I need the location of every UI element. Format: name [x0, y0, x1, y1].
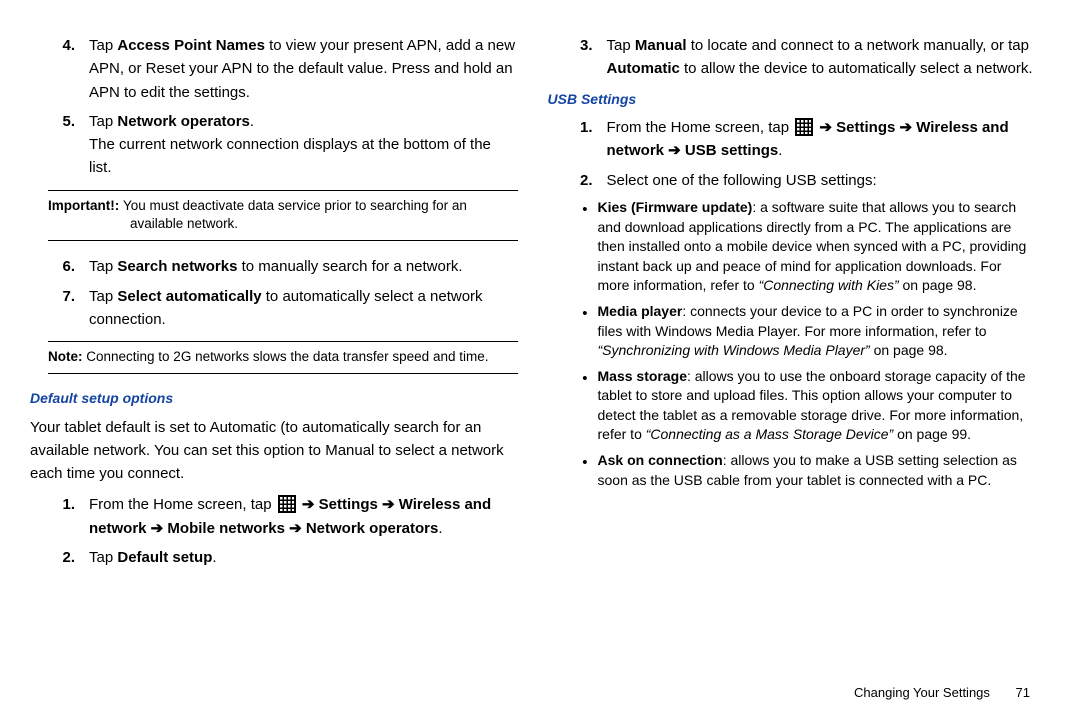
- bold-term: Mass storage: [598, 368, 687, 384]
- text: Tap: [89, 549, 117, 566]
- note-label: Note:: [48, 349, 86, 364]
- page-ref: on page 98.: [899, 277, 977, 293]
- text: .: [438, 520, 442, 537]
- step-body: Tap Network operators. The current netwo…: [89, 110, 518, 180]
- manual-page: 4. Tap Access Point Names to view your p…: [0, 0, 1080, 665]
- page-footer: Changing Your Settings 71: [0, 685, 1080, 700]
- step-body: Tap Manual to locate and connect to a ne…: [607, 34, 1036, 81]
- list-item: 7. Tap Select automatically to automatic…: [30, 285, 518, 332]
- bullet-mark: •: [548, 302, 598, 361]
- bullet-mark: •: [548, 451, 598, 490]
- step-number: 1.: [548, 116, 607, 163]
- step-number: 7.: [30, 285, 89, 332]
- step-body: Tap Search networks to manually search f…: [89, 255, 518, 278]
- bullet-mark: •: [548, 367, 598, 445]
- page-ref: on page 99.: [893, 426, 971, 442]
- step-body: From the Home screen, tap ➔ Settings ➔ W…: [607, 116, 1036, 163]
- list-item: 1. From the Home screen, tap ➔ Settings …: [548, 116, 1036, 163]
- bullet-body: Media player: connects your device to a …: [598, 302, 1036, 361]
- note-box: Note: Connecting to 2G networks slows th…: [48, 341, 518, 374]
- bold-term: Kies (Firmware update): [598, 199, 753, 215]
- step-number: 2.: [548, 169, 607, 192]
- text: Tap: [89, 113, 117, 130]
- right-column: 3. Tap Manual to locate and connect to a…: [548, 34, 1036, 665]
- step-body: From the Home screen, tap ➔ Settings ➔ W…: [89, 493, 518, 540]
- bullet-item: • Media player: connects your device to …: [548, 302, 1036, 361]
- bullet-item: • Kies (Firmware update): a software sui…: [548, 198, 1036, 296]
- bullet-body: Mass storage: allows you to use the onbo…: [598, 367, 1036, 445]
- text: to locate and connect to a network manua…: [687, 37, 1029, 54]
- step-body: Select one of the following USB settings…: [607, 169, 1036, 192]
- text: From the Home screen, tap: [89, 496, 276, 513]
- step-body: Tap Select automatically to automaticall…: [89, 285, 518, 332]
- list-item: 3. Tap Manual to locate and connect to a…: [548, 34, 1036, 81]
- text: Tap: [89, 258, 117, 275]
- paragraph: Your tablet default is set to Automatic …: [30, 416, 518, 486]
- bullet-item: • Mass storage: allows you to use the on…: [548, 367, 1036, 445]
- bold-term: Ask on connection: [598, 452, 723, 468]
- list-item: 5. Tap Network operators. The current ne…: [30, 110, 518, 180]
- text: .: [250, 113, 254, 130]
- apps-grid-icon: [795, 118, 813, 136]
- page-ref: on page 98.: [870, 342, 948, 358]
- list-item: 6. Tap Search networks to manually searc…: [30, 255, 518, 278]
- text: .: [778, 142, 782, 159]
- note-text: Connecting to 2G networks slows the data…: [86, 349, 488, 364]
- text: to manually search for a network.: [237, 258, 462, 275]
- text: .: [212, 549, 216, 566]
- step-body: Tap Default setup.: [89, 546, 518, 569]
- note-text: You must deactivate data service prior t…: [123, 198, 467, 232]
- bullet-body: Kies (Firmware update): a software suite…: [598, 198, 1036, 296]
- list-item: 2. Select one of the following USB setti…: [548, 169, 1036, 192]
- bullet-item: • Ask on connection: allows you to make …: [548, 451, 1036, 490]
- text: From the Home screen, tap: [607, 119, 794, 136]
- text: The current network connection displays …: [89, 133, 518, 180]
- text: Tap: [89, 288, 117, 305]
- section-heading: Default setup options: [30, 388, 518, 410]
- bullet-mark: •: [548, 198, 598, 296]
- reference: “Connecting as a Mass Storage Device”: [646, 426, 893, 442]
- footer-section: Changing Your Settings: [854, 685, 990, 700]
- list-item: 1. From the Home screen, tap ➔ Settings …: [30, 493, 518, 540]
- reference: “Connecting with Kies”: [759, 277, 899, 293]
- bold-term: Access Point Names: [117, 37, 265, 54]
- bullet-body: Ask on connection: allows you to make a …: [598, 451, 1036, 490]
- bold-term: Manual: [635, 37, 687, 54]
- bold-term: Search networks: [117, 258, 237, 275]
- step-number: 6.: [30, 255, 89, 278]
- step-number: 3.: [548, 34, 607, 81]
- bold-term: Media player: [598, 303, 683, 319]
- step-number: 2.: [30, 546, 89, 569]
- list-item: 4. Tap Access Point Names to view your p…: [30, 34, 518, 104]
- section-heading: USB Settings: [548, 89, 1036, 111]
- reference: “Synchronizing with Windows Media Player…: [598, 342, 870, 358]
- step-number: 4.: [30, 34, 89, 104]
- bold-term: Default setup: [117, 549, 212, 566]
- list-item: 2. Tap Default setup.: [30, 546, 518, 569]
- bold-term: Network operators: [117, 113, 250, 130]
- note-label: Important!:: [48, 198, 123, 213]
- footer-page: 71: [1016, 685, 1030, 700]
- step-number: 5.: [30, 110, 89, 180]
- bold-term: Automatic: [607, 60, 680, 77]
- text: to allow the device to automatically sel…: [680, 60, 1033, 77]
- text: Tap: [89, 37, 117, 54]
- text: Tap: [607, 37, 635, 54]
- bold-term: Select automatically: [117, 288, 261, 305]
- apps-grid-icon: [278, 495, 296, 513]
- left-column: 4. Tap Access Point Names to view your p…: [30, 34, 518, 665]
- important-note: Important!: You must deactivate data ser…: [48, 190, 518, 242]
- step-body: Tap Access Point Names to view your pres…: [89, 34, 518, 104]
- step-number: 1.: [30, 493, 89, 540]
